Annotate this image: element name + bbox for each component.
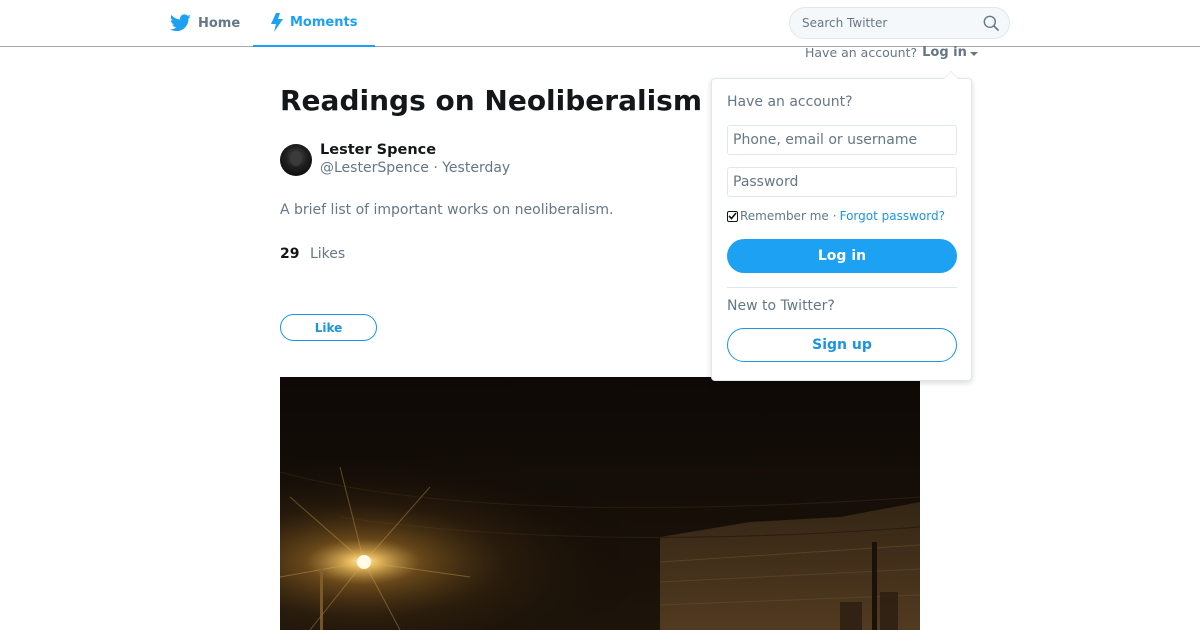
search-box [789, 7, 1010, 39]
caret-down-icon [969, 51, 978, 56]
nav-home-label: Home [198, 15, 241, 31]
moment-author: Lester Spence @LesterSpence · Yesterday [280, 141, 510, 178]
top-navigation-bar: Home Moments [0, 0, 1200, 47]
signup-button[interactable]: Sign up [727, 328, 957, 362]
likes-count: 29 [280, 246, 300, 262]
checkmark-icon [728, 212, 737, 220]
author-name[interactable]: Lester Spence [320, 141, 510, 159]
dropdown-divider [727, 287, 957, 288]
account-prompt-text: Have an account? [805, 45, 918, 60]
twitter-bird-icon [170, 14, 191, 32]
forgot-password-link[interactable]: Forgot password? [840, 209, 945, 223]
search-icon[interactable] [983, 15, 999, 31]
password-field[interactable] [727, 167, 957, 197]
remember-me-label[interactable]: Remember me [740, 209, 829, 223]
username-field[interactable] [727, 125, 957, 155]
moment-title: Readings on Neoliberalism 1 [280, 84, 732, 117]
nav-home[interactable]: Home [170, 0, 240, 46]
nav-moments[interactable]: Moments [253, 0, 375, 47]
login-dropdown: Have an account? Remember me · Forgot pa… [711, 71, 972, 381]
likes-summary: 29 Likes [280, 246, 345, 262]
login-dropdown-heading: Have an account? [727, 94, 853, 110]
new-to-twitter-text: New to Twitter? [727, 298, 835, 314]
lightning-bolt-icon [271, 13, 283, 32]
login-toggle-label: Log in [922, 45, 967, 60]
remember-row: Remember me · Forgot password? [727, 209, 945, 223]
login-dropdown-toggle[interactable]: Log in [922, 45, 978, 60]
like-button[interactable]: Like [280, 314, 377, 341]
author-avatar[interactable] [280, 144, 312, 176]
account-prompt-bar: Have an account? Log in [805, 45, 978, 60]
author-handle-time: @LesterSpence · Yesterday [320, 160, 511, 176]
remember-me-checkbox[interactable] [727, 210, 738, 222]
search-input[interactable] [802, 16, 983, 30]
moment-description: A brief list of important works on neoli… [280, 202, 614, 218]
moment-cover-photo [280, 377, 920, 630]
separator-dot: · [832, 209, 837, 223]
likes-label: Likes [309, 246, 346, 262]
author-info: Lester Spence @LesterSpence · Yesterday [320, 141, 510, 178]
login-button[interactable]: Log in [727, 239, 957, 273]
nav-moments-label: Moments [290, 15, 358, 30]
